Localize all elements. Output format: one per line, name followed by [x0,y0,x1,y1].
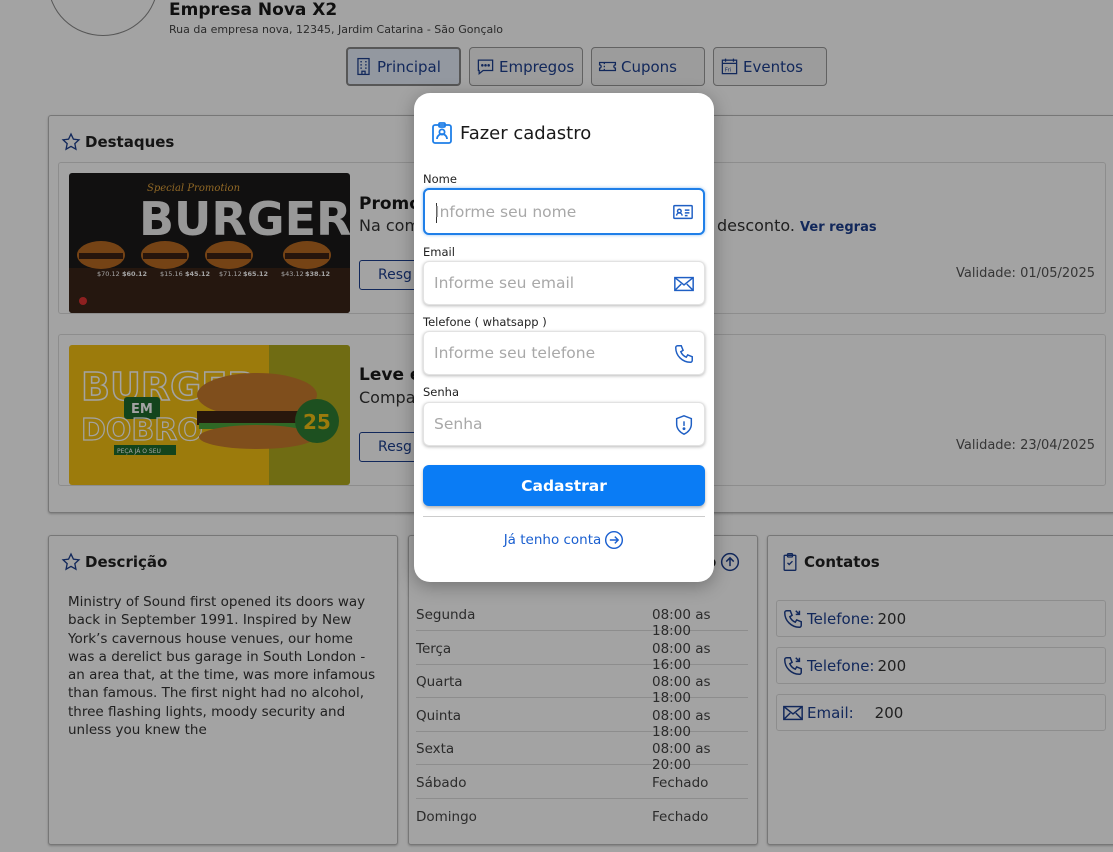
id-card-icon [673,204,693,220]
phone-icon [675,345,693,363]
telefone-label: Telefone ( whatsapp ) [423,315,547,329]
email-field[interactable] [423,261,705,305]
id-badge-icon [432,122,452,144]
nome-field[interactable] [423,188,705,235]
nome-label: Nome [423,172,457,186]
senha-input[interactable] [434,403,664,445]
envelope-icon [674,276,694,292]
senha-field[interactable] [423,402,705,446]
signup-modal: Fazer cadastro Nome Email Telefone ( wha… [414,93,714,582]
email-input[interactable] [434,262,664,304]
ja-tenho-conta-link[interactable]: Já tenho conta [414,530,714,550]
modal-title: Fazer cadastro [430,121,591,145]
arrow-right-circle-icon [605,530,624,550]
shield-icon [675,415,693,435]
email-label: Email [423,245,455,259]
telefone-field[interactable] [423,331,705,375]
cadastrar-button[interactable]: Cadastrar [423,465,705,506]
divider [423,516,705,517]
senha-label: Senha [423,385,459,399]
telefone-input[interactable] [434,332,664,374]
nome-input[interactable] [435,190,665,233]
